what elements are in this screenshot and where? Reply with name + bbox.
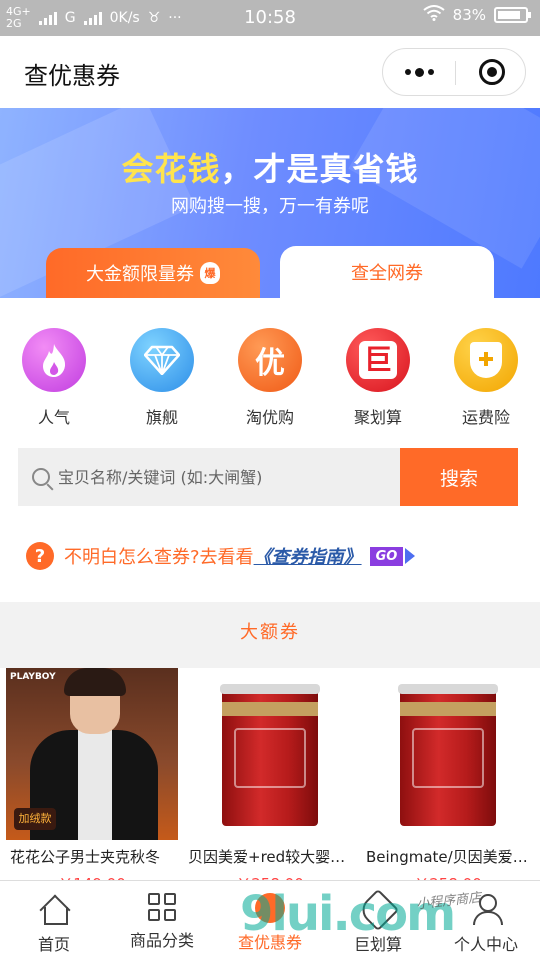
tab-label: 查优惠券	[237, 933, 302, 952]
tab-juhuasuan[interactable]: 巨划算	[324, 881, 432, 960]
tag-icon	[356, 888, 400, 932]
shield-icon	[470, 342, 502, 378]
section-title: 大额券	[240, 622, 300, 643]
tab-big-coupons[interactable]: 大金额限量券 爆	[46, 248, 260, 298]
guide-link[interactable]: 《查券指南》	[254, 543, 362, 569]
bottom-tab-bar: 首页 商品分类 查优惠券 巨划算 个人中心	[0, 880, 540, 960]
category-label: 人气	[37, 408, 70, 427]
user-icon	[470, 893, 503, 925]
product-name: 花花公子男士夹克秋冬	[10, 848, 161, 866]
tab-label: 个人中心	[453, 935, 518, 954]
product-image: PLAYBOY 加绒款	[6, 668, 178, 840]
product-card[interactable]: 贝因美爱+red较大婴儿配方奶粉 ￥258.00	[184, 668, 356, 894]
tab-label: 商品分类	[129, 931, 194, 950]
flame-icon	[22, 328, 86, 392]
you-glyph: 优	[255, 346, 285, 381]
tab-search-all[interactable]: 查全网券	[280, 246, 494, 298]
tab-categories[interactable]: 商品分类	[108, 881, 216, 960]
tab-label: 巨划算	[353, 935, 402, 954]
coupon-guide: ? 不明白怎么查券?去看看 《查券指南》 GO	[26, 540, 416, 572]
tab-profile[interactable]: 个人中心	[432, 881, 540, 960]
brand-logo: PLAYBOY	[10, 672, 56, 682]
category-juhuasuan[interactable]: 巨 聚划算	[324, 328, 432, 428]
wifi-icon	[423, 5, 445, 25]
product-name: 贝因美爱+red较大婴儿配方奶粉	[188, 848, 356, 866]
home-icon	[38, 893, 70, 925]
ju-glyph: 巨	[359, 341, 397, 379]
product-image	[184, 668, 356, 840]
more-dot-icon	[427, 69, 434, 75]
category-shipping-insurance[interactable]: 运费险	[432, 328, 540, 428]
search-bar: 搜索	[18, 448, 518, 506]
guide-question: 不明白怎么查券?去看看	[64, 547, 254, 568]
more-dot-icon	[414, 67, 424, 77]
battery-icon	[494, 7, 531, 23]
tab-home[interactable]: 首页	[0, 881, 108, 960]
category-label: 淘优购	[245, 408, 294, 427]
shield-plus-icon	[454, 328, 518, 392]
category-flagship[interactable]: 旗舰	[108, 328, 216, 428]
battery-fill	[498, 11, 520, 19]
search-button[interactable]: 搜索	[400, 448, 518, 506]
capsule-divider	[455, 61, 456, 85]
tab-label: 首页	[37, 935, 70, 954]
go-label: GO	[369, 546, 404, 566]
category-label: 运费险	[461, 408, 510, 427]
status-bar: 4G+ 2G G 0K/s ♉ ··· 10:58 83%	[0, 0, 540, 36]
product-list: PLAYBOY 加绒款 花花公子男士夹克秋冬 ￥149.00 贝因美爱+red较…	[0, 668, 540, 893]
you-icon: 优	[238, 328, 302, 392]
tab-big-coupons-label: 大金额限量券	[86, 264, 194, 285]
promo-banner: 会花钱，才是真省钱 网购搜一搜，万一有券呢 大金额限量券 爆 查全网券	[0, 108, 540, 298]
nav-bar: 查优惠券	[0, 36, 540, 108]
product-name: Beingmate/贝因美爱加红罐奶粉	[366, 848, 534, 866]
more-dot-icon	[404, 69, 411, 75]
category-popular[interactable]: 人气	[0, 328, 108, 428]
question-icon: ?	[26, 542, 54, 570]
diamond-icon	[130, 328, 194, 392]
search-icon	[32, 468, 50, 486]
category-shortcuts: 人气 旗舰 优 淘优购 巨 聚划算 运费险	[0, 328, 540, 428]
page-title: 查优惠券	[24, 62, 120, 90]
status-right: 83%	[423, 5, 531, 25]
category-label: 聚划算	[353, 408, 402, 427]
banner-headline: 会花钱，才是真省钱	[0, 144, 540, 190]
more-options-button[interactable]	[383, 49, 455, 95]
miniapp-capsule	[382, 48, 526, 96]
tab-coupons[interactable]: 查优惠券	[216, 881, 324, 960]
category-taoyougou[interactable]: 优 淘优购	[216, 328, 324, 428]
close-miniapp-button[interactable]	[479, 59, 505, 85]
go-arrow-icon[interactable]: GO	[369, 546, 416, 566]
product-card[interactable]: PLAYBOY 加绒款 花花公子男士夹克秋冬 ￥149.00	[6, 668, 178, 894]
search-field	[18, 448, 400, 506]
hot-badge-icon: 爆	[200, 262, 220, 284]
banner-subtitle: 网购搜一搜，万一有券呢	[171, 196, 369, 217]
product-tag: 加绒款	[14, 808, 56, 830]
product-card[interactable]: Beingmate/贝因美爱加红罐奶粉 ￥258.00	[362, 668, 534, 894]
product-image	[362, 668, 534, 840]
ju-icon: 巨	[346, 328, 410, 392]
main-panel: 人气 旗舰 优 淘优购 巨 聚划算 运费险 宝贝名称/关键词 (如:大闸蟹) 搜…	[0, 298, 540, 602]
category-label: 旗舰	[145, 408, 178, 427]
coupon-search-icon	[255, 893, 285, 923]
battery-percent: 83%	[452, 6, 486, 24]
category-grid-icon	[148, 893, 176, 921]
headline-highlight: 会花钱	[121, 150, 221, 188]
search-input[interactable]	[58, 467, 378, 487]
headline-rest: ，才是真省钱	[220, 150, 419, 188]
